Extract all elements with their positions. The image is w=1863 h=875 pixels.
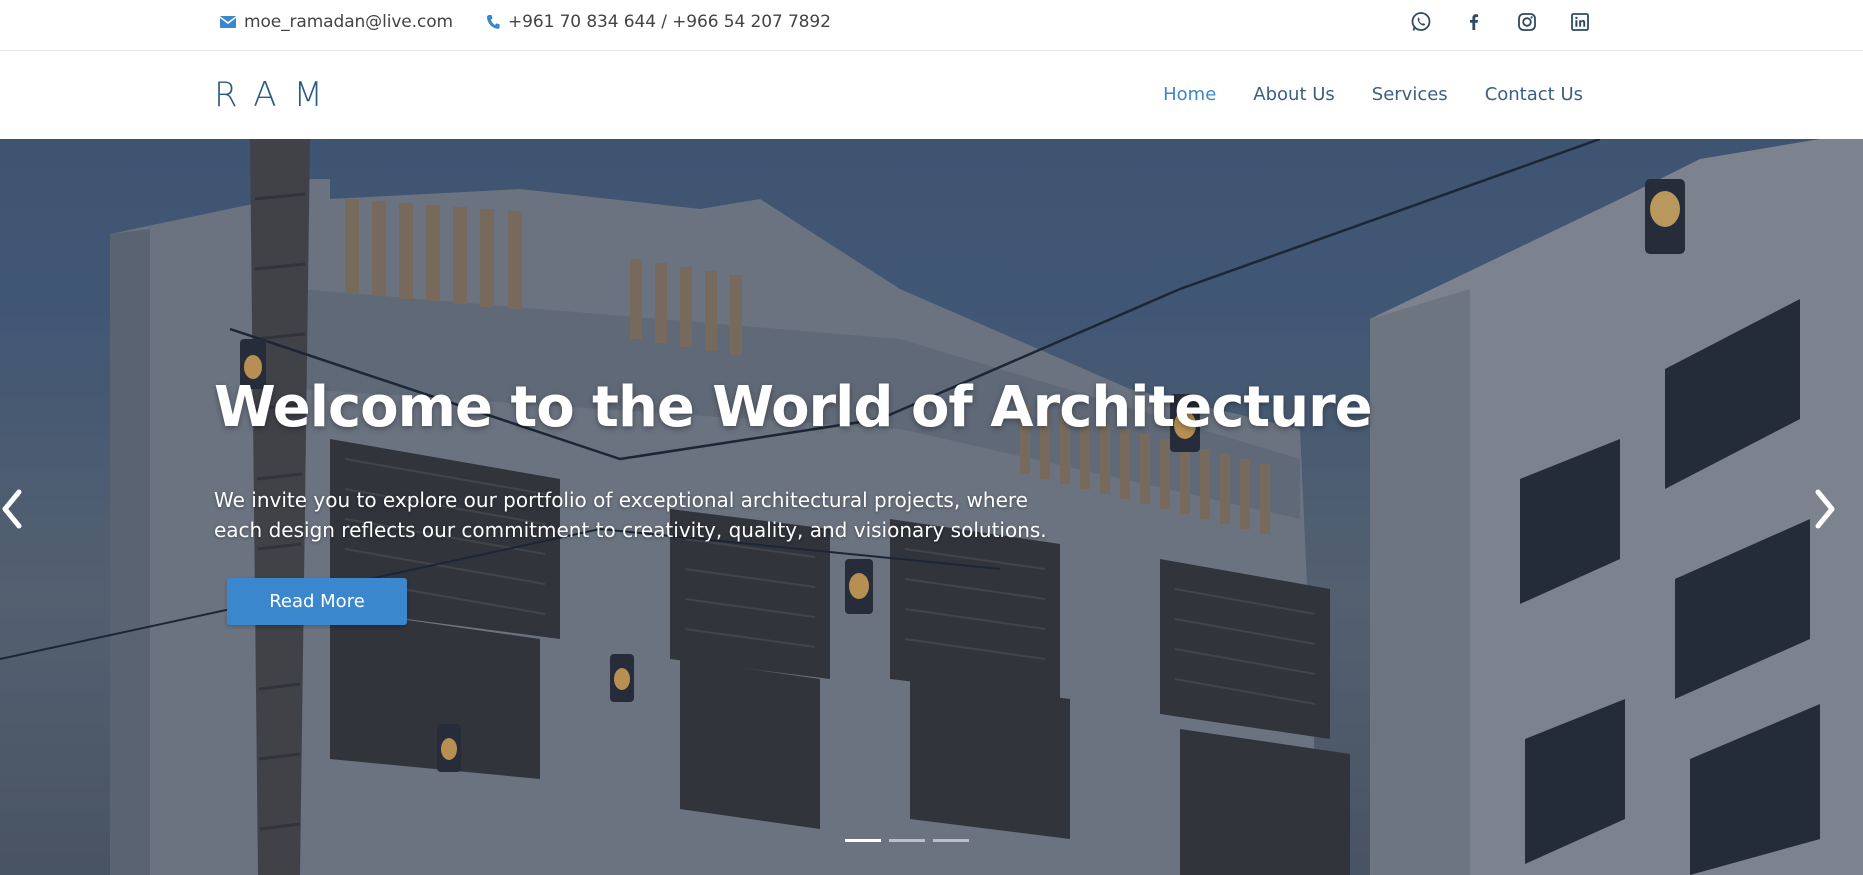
chevron-left-icon (2, 489, 22, 529)
chevron-right-icon (1815, 489, 1835, 529)
read-more-button[interactable]: Read More (227, 578, 407, 625)
main-nav: Home About Us Services Contact Us (1163, 51, 1583, 138)
hero-slider: Welcome to the World of Architecture We … (0, 139, 1863, 875)
social-links (1410, 0, 1591, 44)
nav-home[interactable]: Home (1163, 84, 1216, 105)
email-text: moe_ramadan@live.com (244, 12, 453, 32)
carousel-indicator-3[interactable] (933, 839, 969, 842)
nav-contact-us[interactable]: Contact Us (1485, 84, 1583, 105)
hero-title: Welcome to the World of Architecture (214, 375, 1373, 440)
phone-text: +961 70 834 644 / +966 54 207 7892 (508, 12, 831, 32)
site-header: RAM Home About Us Services Contact Us (0, 51, 1863, 138)
nav-services[interactable]: Services (1372, 84, 1448, 105)
hero-description: We invite you to explore our portfolio o… (214, 488, 1047, 542)
email-contact[interactable]: moe_ramadan@live.com (220, 0, 453, 44)
whatsapp-icon[interactable] (1410, 11, 1432, 33)
instagram-icon[interactable] (1516, 11, 1538, 33)
carousel-prev-button[interactable] (0, 484, 26, 534)
mail-icon (220, 16, 236, 28)
linkedin-icon[interactable] (1569, 11, 1591, 33)
carousel-indicators (845, 839, 969, 842)
contact-bar: moe_ramadan@live.com +961 70 834 644 / +… (0, 0, 1863, 51)
phone-contact[interactable]: +961 70 834 644 / +966 54 207 7892 (486, 0, 831, 44)
carousel-next-button[interactable] (1811, 484, 1841, 534)
carousel-indicator-1[interactable] (845, 839, 881, 842)
carousel-indicator-2[interactable] (889, 839, 925, 842)
site-logo[interactable]: RAM (214, 51, 340, 138)
facebook-icon[interactable] (1463, 11, 1485, 33)
nav-about-us[interactable]: About Us (1253, 84, 1335, 105)
phone-icon (486, 15, 500, 29)
